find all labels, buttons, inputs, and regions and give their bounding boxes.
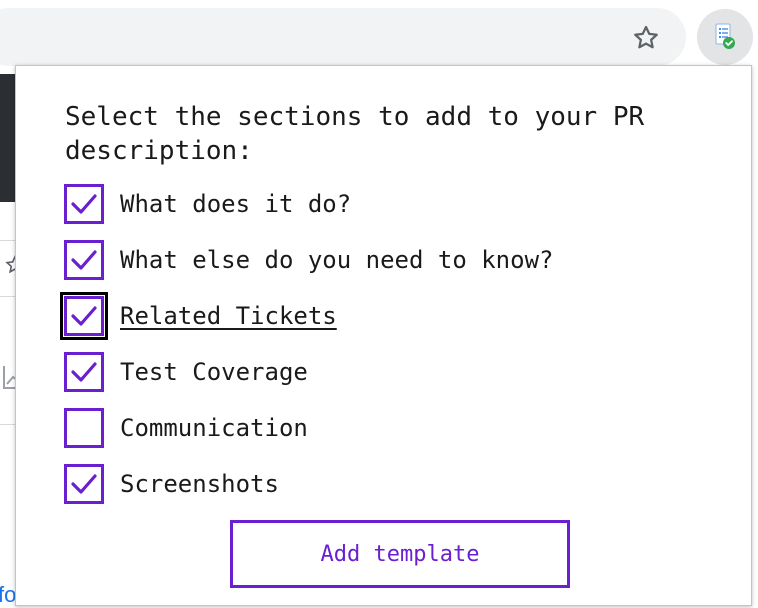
browser-toolbar	[0, 0, 758, 74]
option-label: Communication	[120, 414, 308, 442]
option-label: Test Coverage	[120, 358, 308, 386]
extension-button[interactable]	[697, 9, 753, 65]
document-check-icon	[715, 23, 735, 49]
option-communication[interactable]: Communication	[64, 406, 308, 450]
page-link-fragment: fo	[0, 582, 15, 607]
checkmark-icon	[71, 194, 97, 214]
option-what-else[interactable]: What else do you need to know?	[64, 238, 553, 282]
option-label: Related Tickets	[120, 302, 337, 330]
checkbox[interactable]	[64, 464, 104, 504]
checkmark-icon	[71, 250, 97, 270]
checkbox[interactable]	[64, 408, 104, 448]
screen: fo Select the sections to add to your PR…	[0, 0, 758, 608]
extension-popup: Select the sections to add to your PR de…	[15, 65, 752, 606]
background-page: fo	[0, 74, 15, 608]
checkbox[interactable]	[60, 292, 108, 340]
bookmark-star-icon[interactable]	[626, 18, 666, 58]
checkmark-icon	[71, 474, 97, 494]
option-what-does-it-do[interactable]: What does it do?	[64, 182, 351, 226]
option-label: Screenshots	[120, 470, 279, 498]
popup-prompt: Select the sections to add to your PR de…	[65, 102, 645, 166]
chart-icon	[2, 362, 15, 392]
checkmark-icon	[71, 306, 97, 326]
option-related-tickets[interactable]: Related Tickets	[60, 292, 337, 340]
checkbox[interactable]	[64, 352, 104, 392]
checkbox[interactable]	[64, 240, 104, 280]
checkbox[interactable]	[64, 184, 104, 224]
option-screenshots[interactable]: Screenshots	[64, 462, 279, 506]
address-bar[interactable]	[0, 8, 686, 66]
checkmark-icon	[71, 362, 97, 382]
star-icon	[2, 254, 15, 276]
option-label: What does it do?	[120, 190, 352, 218]
divider	[0, 424, 15, 425]
divider	[0, 296, 15, 297]
page-dark-header	[0, 74, 15, 202]
divider	[0, 240, 15, 241]
add-template-button[interactable]: Add template	[230, 520, 570, 588]
option-label: What else do you need to know?	[120, 246, 554, 274]
option-test-coverage[interactable]: Test Coverage	[64, 350, 308, 394]
